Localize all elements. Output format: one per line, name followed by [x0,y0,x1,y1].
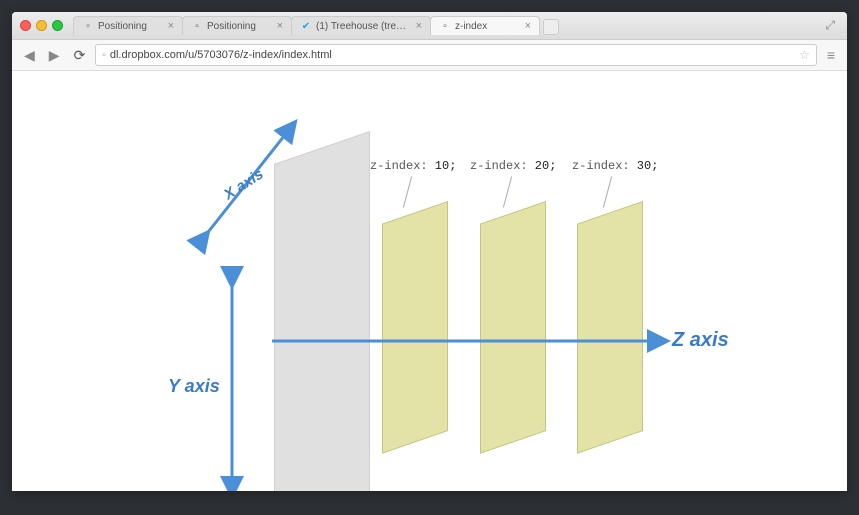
tab-title: z-index [455,21,521,32]
bookmark-icon[interactable]: ☆ [799,48,810,62]
z-index-label-20: z-index: 20; [470,159,556,173]
label-connector [603,176,612,207]
tab-close-icon[interactable]: × [416,20,422,32]
url-bar[interactable]: ▫ dl.dropbox.com/u/5703076/z-index/index… [95,44,817,66]
tab-positioning-2[interactable]: ▫ Positioning × [182,16,292,35]
tab-title: Positioning [207,21,273,32]
file-icon: ▫ [82,20,94,32]
page-icon: ▫ [102,50,106,61]
tab-positioning-1[interactable]: ▫ Positioning × [73,16,183,35]
tab-zindex[interactable]: ▫ z-index × [430,16,540,35]
reload-button[interactable]: ⟳ [70,45,90,66]
titlebar: ▫ Positioning × ▫ Positioning × ✔ (1) Tr… [12,12,847,40]
twitter-icon: ✔ [300,20,312,32]
fullscreen-button[interactable]: ⤢ [821,16,839,35]
z-plane-30 [577,201,643,454]
tab-close-icon[interactable]: × [525,20,531,32]
back-button[interactable]: ◀ [20,45,39,66]
toolbar: ◀ ▶ ⟳ ▫ dl.dropbox.com/u/5703076/z-index… [12,40,847,71]
z-index-label-30: z-index: 30; [572,159,658,173]
file-icon: ▫ [191,20,203,32]
x-axis-label: X axis [221,166,267,204]
minimize-window-button[interactable] [36,20,47,31]
window-controls [20,20,63,31]
tab-title: Positioning [98,21,164,32]
maximize-window-button[interactable] [52,20,63,31]
label-connector [403,176,412,207]
base-plane [274,131,370,491]
z-axis-label: Z axis [672,329,729,352]
file-icon: ▫ [439,20,451,32]
forward-button[interactable]: ▶ [45,45,64,66]
z-index-diagram: z-index: 10; z-index: 20; z-index: 30; [12,71,847,491]
browser-window: ▫ Positioning × ▫ Positioning × ✔ (1) Tr… [12,12,847,491]
z-plane-20 [480,201,546,454]
tab-close-icon[interactable]: × [168,20,174,32]
tab-strip: ▫ Positioning × ▫ Positioning × ✔ (1) Tr… [73,16,821,35]
tab-title: (1) Treehouse (treehouse) [316,21,412,32]
close-window-button[interactable] [20,20,31,31]
y-axis-label: Y axis [168,376,220,397]
url-text: dl.dropbox.com/u/5703076/z-index/index.h… [110,49,795,61]
tab-treehouse[interactable]: ✔ (1) Treehouse (treehouse) × [291,16,431,35]
menu-icon[interactable]: ≡ [823,45,839,65]
viewport: z-index: 10; z-index: 20; z-index: 30; [12,71,847,491]
z-index-label-10: z-index: 10; [370,159,456,173]
new-tab-button[interactable] [543,19,559,35]
tab-close-icon[interactable]: × [277,20,283,32]
z-plane-10 [382,201,448,454]
label-connector [503,176,512,207]
